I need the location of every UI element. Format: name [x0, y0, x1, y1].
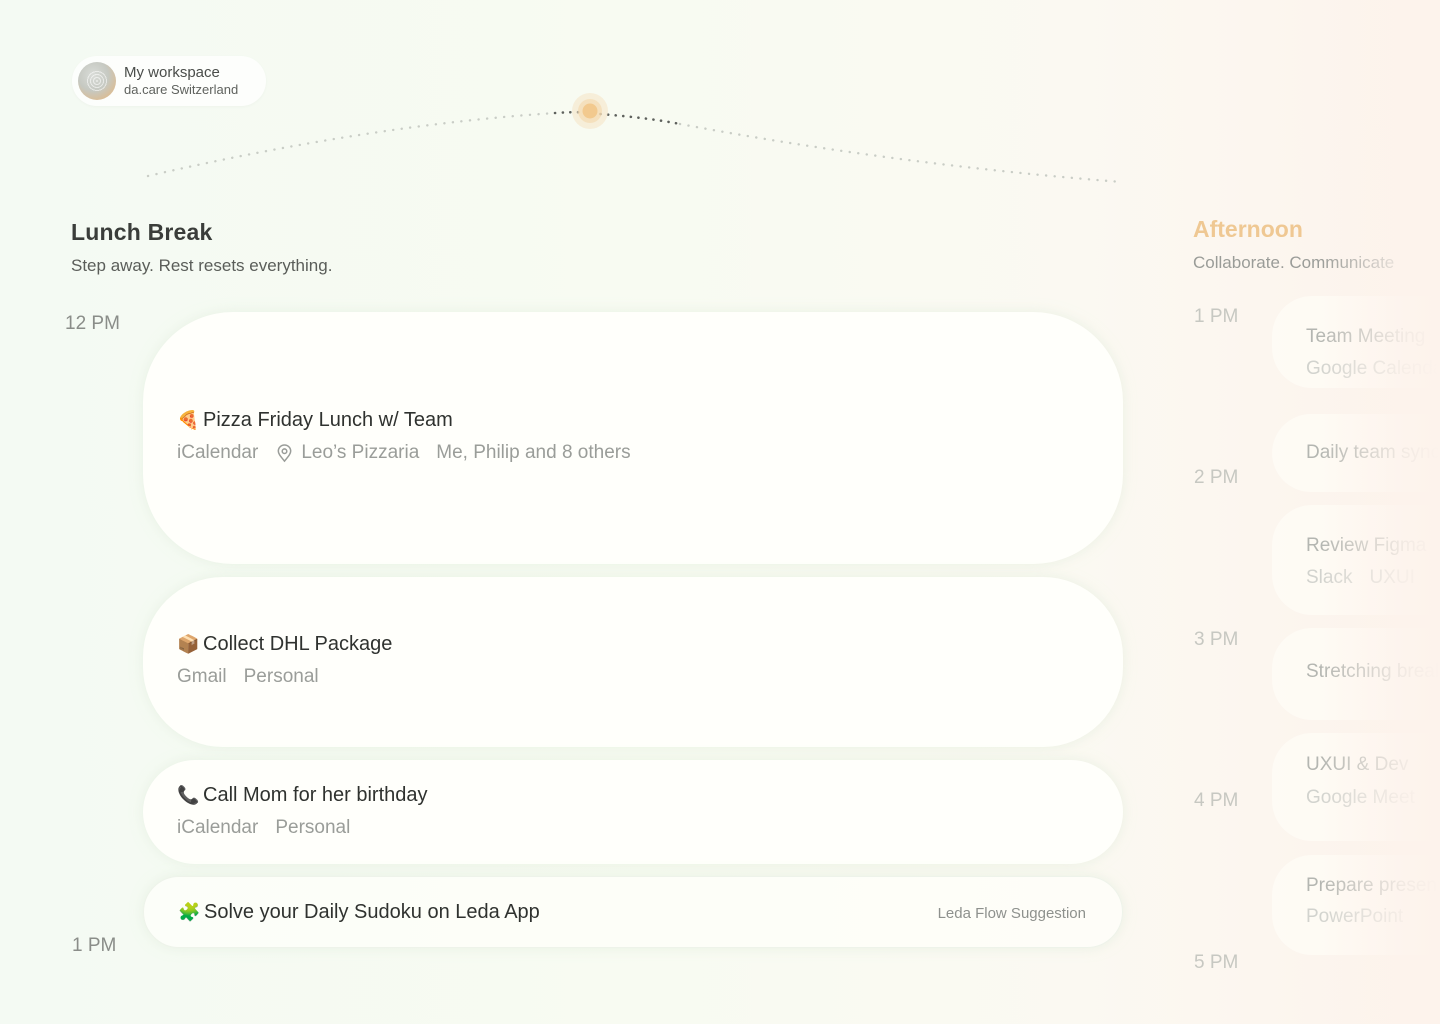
event-title-text: Pizza Friday Lunch w/ Team [203, 409, 453, 431]
afternoon-event-title: Stretching break [1306, 661, 1440, 682]
arc-future [678, 122, 1124, 184]
afternoon-event-meta: PowerPoint [1306, 906, 1404, 927]
event-tag: Personal [243, 666, 319, 687]
event-meta: iCalendar Leo’s Pizzaria Me, Philip and … [177, 442, 648, 464]
afternoon-event-title: Review Figma [1306, 535, 1427, 556]
afternoon-column: Afternoon Collaborate. Communicate 1 PM … [1178, 0, 1440, 1024]
section-title: Lunch Break [71, 219, 213, 245]
event-attendees: Me, Philip and 8 others [436, 442, 631, 463]
event-source: Gmail [177, 666, 227, 687]
event-location: Leo’s Pizzaria [301, 442, 420, 463]
event-card-sudoku-suggestion[interactable]: 🧩 Solve your Daily Sudoku on Leda App Le… [143, 876, 1123, 948]
afternoon-time-label: 2 PM [1194, 467, 1239, 488]
afternoon-event-card[interactable]: Team Meeting Google Calendar [1272, 296, 1440, 388]
event-source: iCalendar [177, 442, 259, 463]
afternoon-event-card[interactable]: Stretching break [1272, 628, 1440, 720]
afternoon-event-meta: Google Meet [1306, 787, 1415, 808]
afternoon-event-title: UXUI & Dev [1306, 754, 1409, 775]
event-tag: Personal [275, 817, 351, 838]
afternoon-time-label: 1 PM [1194, 306, 1239, 327]
afternoon-time-label: 3 PM [1194, 629, 1239, 650]
event-card-call-mom[interactable]: 📞 Call Mom for her birthday iCalendar Pe… [143, 760, 1123, 864]
phone-icon: 📞 [177, 785, 200, 805]
afternoon-event-meta: Slack UXUI [1306, 567, 1415, 588]
afternoon-event-card[interactable]: Prepare presentation PowerPoint [1272, 855, 1440, 955]
afternoon-time-label: 5 PM [1194, 952, 1239, 973]
afternoon-event-card[interactable]: Daily team sync [1272, 414, 1440, 492]
suggestion-badge: Leda Flow Suggestion [937, 905, 1086, 922]
event-card-dhl-package[interactable]: 📦 Collect DHL Package Gmail Personal [143, 577, 1123, 747]
afternoon-event-title: Daily team sync [1306, 442, 1440, 463]
event-meta: iCalendar Personal [177, 817, 367, 839]
pizza-icon: 🍕 [177, 410, 200, 430]
event-title: 🍕 Pizza Friday Lunch w/ Team [177, 409, 453, 432]
afternoon-subtitle: Collaborate. Communicate [1193, 253, 1395, 272]
current-time-dot [582, 103, 598, 119]
afternoon-event-title: Team Meeting [1306, 326, 1426, 347]
afternoon-time-label: 4 PM [1194, 790, 1239, 811]
event-title: 📦 Collect DHL Package [177, 633, 392, 656]
event-title: 🧩 Solve your Daily Sudoku on Leda App [178, 901, 540, 924]
package-icon: 📦 [177, 634, 200, 654]
afternoon-event-card[interactable]: UXUI & Dev Google Meet [1272, 733, 1440, 841]
location-pin-icon [277, 443, 292, 462]
time-label-end: 1 PM [72, 935, 117, 956]
puzzle-icon: 🧩 [178, 902, 201, 922]
event-card-pizza-lunch[interactable]: 🍕 Pizza Friday Lunch w/ Team iCalendar L… [143, 312, 1123, 564]
time-label-start: 12 PM [65, 313, 120, 334]
event-title-text: Solve your Daily Sudoku on Leda App [204, 901, 540, 923]
afternoon-event-card[interactable]: Review Figma Slack UXUI [1272, 505, 1440, 615]
event-title-text: Collect DHL Package [203, 633, 393, 655]
event-meta: Gmail Personal [177, 666, 336, 688]
section-subtitle: Step away. Rest resets everything. [71, 256, 333, 275]
arc-past [146, 111, 557, 178]
event-title-text: Call Mom for her birthday [203, 784, 428, 806]
afternoon-event-title: Prepare presentation [1306, 875, 1440, 896]
event-source: iCalendar [177, 817, 259, 838]
afternoon-title: Afternoon [1193, 216, 1303, 242]
event-title: 📞 Call Mom for her birthday [177, 784, 428, 807]
afternoon-event-meta: Google Calendar [1306, 358, 1440, 379]
